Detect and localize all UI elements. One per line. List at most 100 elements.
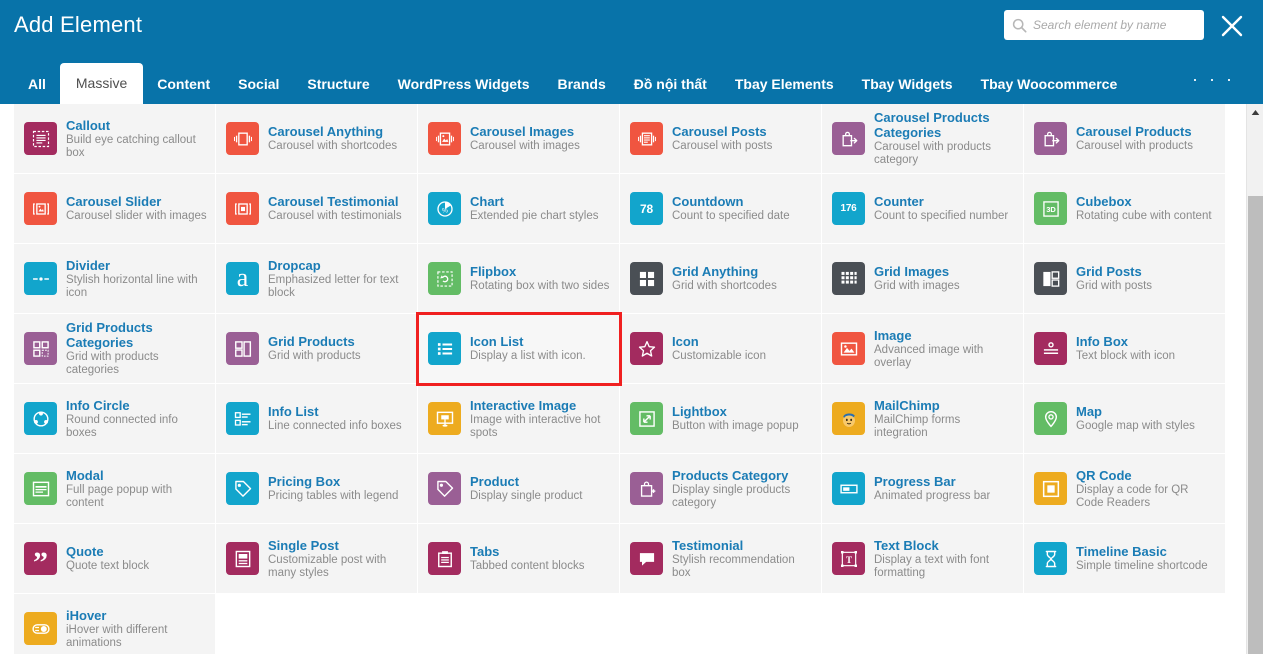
element-card[interactable]: TabsTabbed content blocks — [418, 524, 620, 594]
element-card[interactable]: IconCustomizable icon — [620, 314, 822, 384]
element-card[interactable]: Products CategoryDisplay single products… — [620, 454, 822, 524]
element-card[interactable]: ImageAdvanced image with overlay — [822, 314, 1024, 384]
element-card[interactable]: TText BlockDisplay a text with font form… — [822, 524, 1024, 594]
element-card-text: Grid ProductsGrid with products — [268, 334, 361, 363]
element-card[interactable]: Info ListLine connected info boxes — [216, 384, 418, 454]
element-card[interactable]: Carousel Products CategoriesCarousel wit… — [822, 104, 1024, 174]
tab-all[interactable]: All — [14, 65, 60, 104]
element-card[interactable]: Icon ListDisplay a list with icon. — [418, 314, 620, 384]
close-button[interactable] — [1219, 13, 1245, 39]
element-card-title: Modal — [66, 468, 207, 483]
element-card[interactable]: ProductDisplay single product — [418, 454, 620, 524]
element-card[interactable]: Grid ImagesGrid with images — [822, 244, 1024, 314]
tab-tbay-elements[interactable]: Tbay Elements — [721, 65, 848, 104]
element-card-description: Simple timeline shortcode — [1076, 560, 1208, 573]
element-card[interactable]: Grid Products CategoriesGrid with produc… — [14, 314, 216, 384]
tab-content[interactable]: Content — [143, 65, 224, 104]
element-card-description: Rotating cube with content — [1076, 210, 1212, 223]
grid-posts-icon — [1034, 262, 1067, 295]
element-card[interactable]: Timeline BasicSimple timeline shortcode — [1024, 524, 1226, 594]
element-card[interactable]: 3DCubeboxRotating cube with content — [1024, 174, 1226, 244]
element-card[interactable]: ”QuoteQuote text block — [14, 524, 216, 594]
element-card[interactable]: Carousel SliderCarousel slider with imag… — [14, 174, 216, 244]
tab-massive[interactable]: Massive — [60, 63, 143, 104]
speech-bubble-icon — [630, 542, 663, 575]
tag-icon — [428, 472, 461, 505]
element-card-description: Display single product — [470, 490, 583, 503]
search-box[interactable] — [1004, 10, 1204, 40]
element-card[interactable]: 176CounterCount to specified number — [822, 174, 1024, 244]
tab-n-i-th-t[interactable]: Đồ nội thất — [620, 65, 721, 104]
element-card-title: Info Circle — [66, 398, 207, 413]
tab-tbay-widgets[interactable]: Tbay Widgets — [848, 65, 967, 104]
element-card[interactable]: MailChimpMailChimp forms integration — [822, 384, 1024, 454]
element-card[interactable]: %ChartExtended pie chart styles — [418, 174, 620, 244]
element-card[interactable]: Grid PostsGrid with posts — [1024, 244, 1226, 314]
element-card-description: Button with image popup — [672, 420, 799, 433]
tab-wordpress-widgets[interactable]: WordPress Widgets — [384, 65, 544, 104]
vertical-scrollbar[interactable] — [1246, 104, 1263, 654]
element-card[interactable]: MapGoogle map with styles — [1024, 384, 1226, 454]
element-card[interactable]: Carousel ImagesCarousel with images — [418, 104, 620, 174]
ihover-icon — [24, 612, 57, 645]
element-card-text: Grid Products CategoriesGrid with produc… — [66, 320, 207, 377]
element-card-text: QuoteQuote text block — [66, 544, 149, 573]
element-card-title: Timeline Basic — [1076, 544, 1208, 559]
element-card-text: ImageAdvanced image with overlay — [874, 328, 1015, 370]
scrollbar-thumb[interactable] — [1248, 196, 1263, 654]
element-card-text: Carousel SliderCarousel slider with imag… — [66, 194, 207, 223]
element-card[interactable]: LightboxButton with image popup — [620, 384, 822, 454]
element-card-text: iHoveriHover with different animations — [66, 608, 207, 650]
element-card-text: Info BoxText block with icon — [1076, 334, 1175, 363]
tab-brands[interactable]: Brands — [544, 65, 620, 104]
element-card-title: Dropcap — [268, 258, 409, 273]
element-card[interactable]: DividerStylish horizontal line with icon — [14, 244, 216, 314]
element-card[interactable]: iHoveriHover with different animations — [14, 594, 216, 654]
price-tag-icon — [226, 472, 259, 505]
element-card-title: Icon — [672, 334, 766, 349]
element-card-description: MailChimp forms integration — [874, 414, 1015, 440]
element-card[interactable]: Pricing BoxPricing tables with legend — [216, 454, 418, 524]
tab-social[interactable]: Social — [224, 65, 293, 104]
element-card[interactable]: Interactive ImageImage with interactive … — [418, 384, 620, 454]
search-input[interactable] — [1033, 18, 1196, 32]
element-card-title: Carousel Posts — [672, 124, 772, 139]
element-card[interactable]: Carousel PostsCarousel with posts — [620, 104, 822, 174]
element-card[interactable]: Carousel AnythingCarousel with shortcode… — [216, 104, 418, 174]
element-card[interactable]: Info CircleRound connected info boxes — [14, 384, 216, 454]
bag-arrow-icon — [832, 122, 865, 155]
element-card[interactable]: Grid AnythingGrid with shortcodes — [620, 244, 822, 314]
element-card[interactable]: 78CountdownCount to specified date — [620, 174, 822, 244]
svg-text:T: T — [845, 554, 851, 564]
element-card[interactable]: aDropcapEmphasized letter for text block — [216, 244, 418, 314]
element-card[interactable]: QR CodeDisplay a code for QR Code Reader… — [1024, 454, 1226, 524]
tabs-overflow-button[interactable]: · · · — [1192, 69, 1235, 104]
element-card[interactable]: Single PostCustomizable post with many s… — [216, 524, 418, 594]
element-card[interactable]: Info BoxText block with icon — [1024, 314, 1226, 384]
element-card[interactable]: TestimonialStylish recommendation box — [620, 524, 822, 594]
element-card-description: Tabbed content blocks — [470, 560, 584, 573]
element-card[interactable]: ModalFull page popup with content — [14, 454, 216, 524]
element-card-description: Carousel with posts — [672, 140, 772, 153]
element-card[interactable]: Progress BarAnimated progress bar — [822, 454, 1024, 524]
element-card-title: Grid Anything — [672, 264, 777, 279]
element-card-text: Info ListLine connected info boxes — [268, 404, 402, 433]
element-card-title: Grid Products Categories — [66, 320, 207, 350]
element-card-description: Emphasized letter for text block — [268, 274, 409, 300]
element-card[interactable]: Carousel ProductsCarousel with products — [1024, 104, 1226, 174]
element-card-text: Pricing BoxPricing tables with legend — [268, 474, 398, 503]
element-card-text: Icon ListDisplay a list with icon. — [470, 334, 586, 363]
tab-tbay-woocommerce[interactable]: Tbay Woocommerce — [967, 65, 1132, 104]
element-card[interactable]: FlipboxRotating box with two sides — [418, 244, 620, 314]
element-card-title: Carousel Products — [1076, 124, 1193, 139]
element-card-text: ProductDisplay single product — [470, 474, 583, 503]
element-card-text: Carousel ProductsCarousel with products — [1076, 124, 1193, 153]
progress-bar-icon — [832, 472, 865, 505]
element-card[interactable]: Carousel TestimonialCarousel with testim… — [216, 174, 418, 244]
element-card[interactable]: Grid ProductsGrid with products — [216, 314, 418, 384]
element-card[interactable]: CalloutBuild eye catching callout box — [14, 104, 216, 174]
element-card-title: Testimonial — [672, 538, 813, 553]
tab-structure[interactable]: Structure — [293, 65, 383, 104]
element-card-title: Grid Images — [874, 264, 960, 279]
scroll-up-button[interactable] — [1247, 104, 1263, 121]
